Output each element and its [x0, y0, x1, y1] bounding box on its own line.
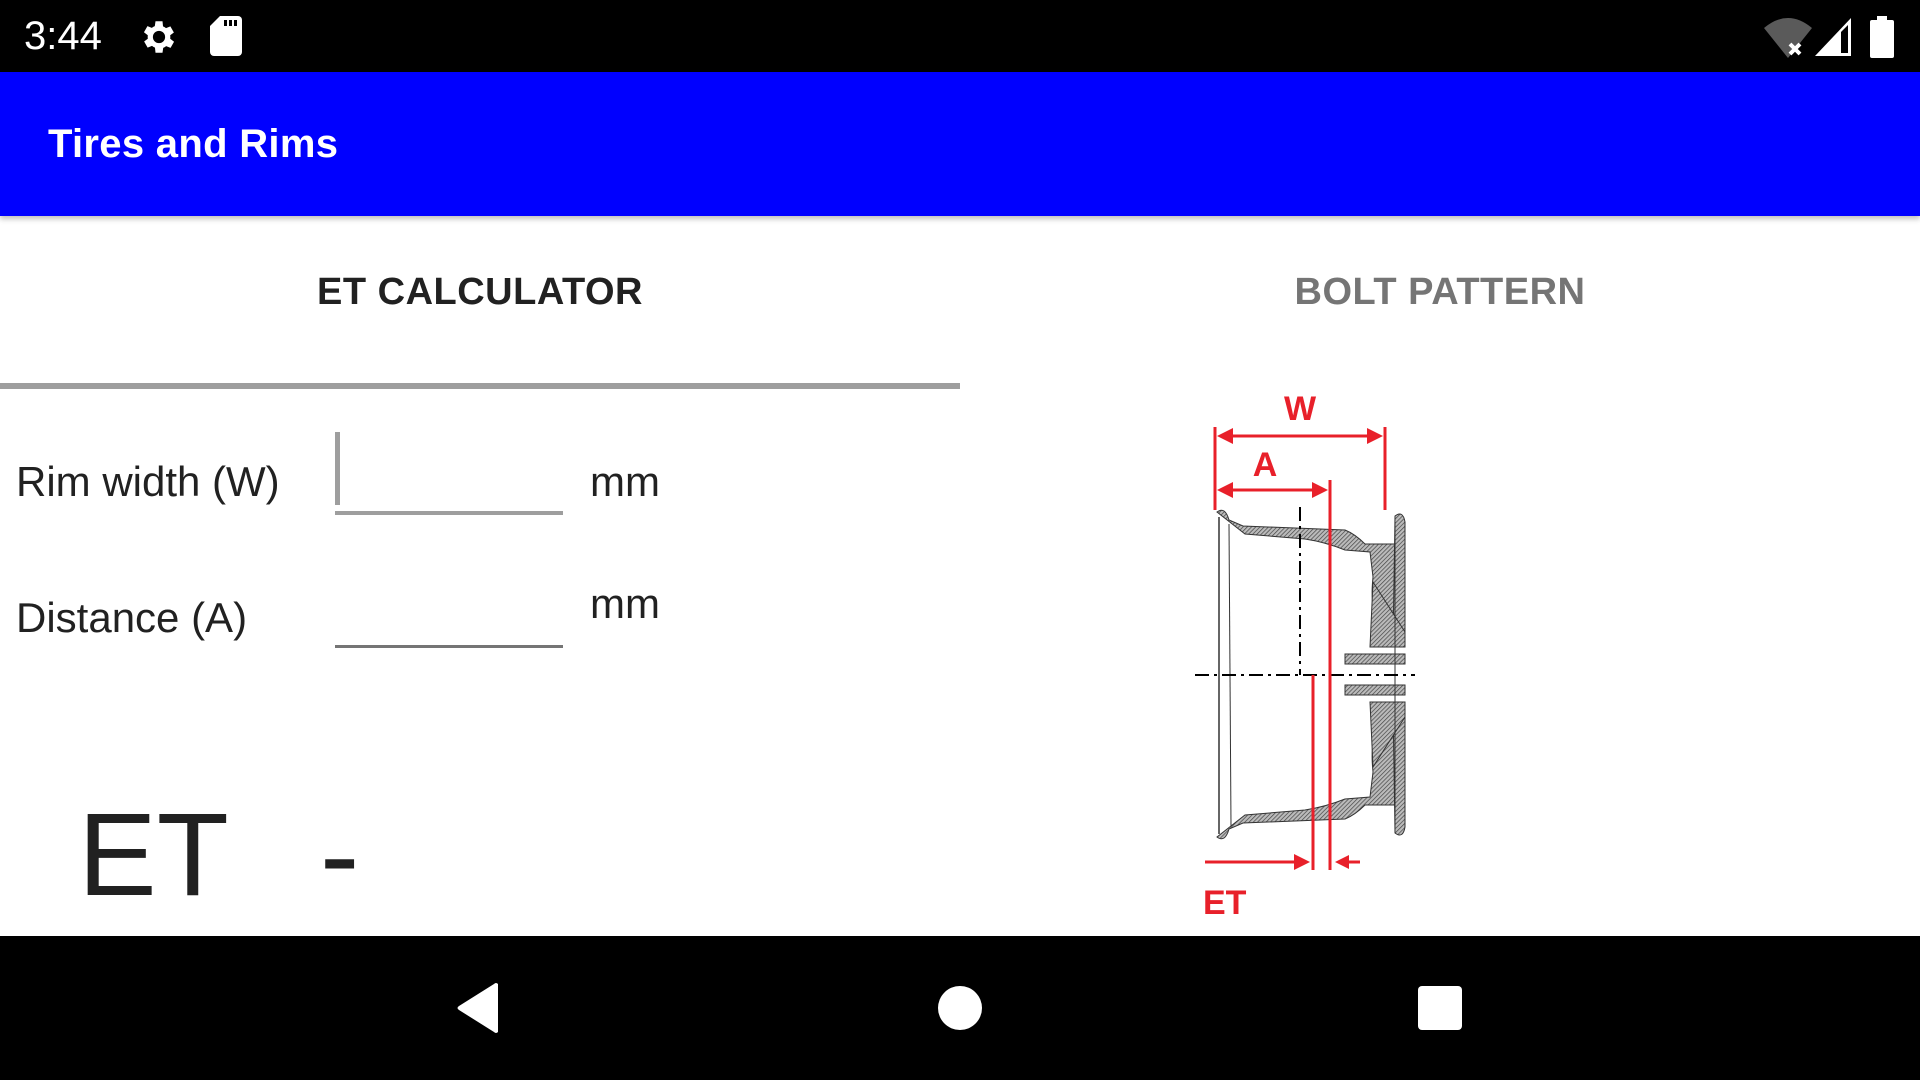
a-arrow-right: [1312, 482, 1328, 498]
battery-icon: [1870, 16, 1894, 58]
diagram-label-a: A: [1253, 446, 1278, 484]
distance-unit: mm: [590, 580, 660, 627]
text-cursor: [335, 432, 340, 505]
sd-card-icon: [210, 16, 242, 56]
rim-width-underline: [335, 511, 563, 515]
et-arrow-right: [1294, 854, 1310, 870]
rim-width-label: Rim width (W): [16, 458, 280, 505]
home-icon: [938, 986, 982, 1030]
w-arrow-right: [1367, 428, 1383, 444]
et-result-value: -: [320, 789, 360, 921]
settings-icon: [143, 21, 175, 53]
distance-input[interactable]: [342, 576, 562, 642]
status-bar: 3:44: [0, 0, 1920, 72]
tab-indicator: [0, 383, 960, 389]
rim-width-input[interactable]: [342, 440, 562, 506]
cell-signal-icon: [1815, 18, 1851, 56]
a-arrow-left: [1217, 482, 1233, 498]
recents-button[interactable]: [1404, 972, 1476, 1044]
tab-bolt-pattern[interactable]: BOLT PATTERN: [960, 216, 1920, 388]
distance-underline: [335, 645, 563, 648]
home-button[interactable]: [924, 972, 996, 1044]
rim-offset-diagram: W A ET: [1195, 392, 1415, 922]
diagram-label-w: W: [1284, 392, 1317, 428]
tab-label: BOLT PATTERN: [1294, 270, 1586, 313]
status-time: 3:44: [24, 14, 102, 58]
distance-label: Distance (A): [16, 594, 248, 641]
tab-et-calculator[interactable]: ET CALCULATOR: [0, 216, 960, 388]
et-arrow-left: [1335, 855, 1349, 869]
tab-label: ET CALCULATOR: [317, 270, 643, 313]
back-button[interactable]: [442, 972, 514, 1044]
rim-width-unit: mm: [590, 458, 660, 505]
w-arrow-left: [1217, 428, 1233, 444]
app-bar: Tires and Rims: [0, 72, 1920, 216]
wifi-off-icon: [1764, 18, 1812, 58]
diagram-label-et: ET: [1203, 884, 1247, 922]
app-title: Tires and Rims: [48, 122, 339, 166]
et-result-label: ET: [78, 789, 229, 921]
recents-icon: [1418, 986, 1462, 1030]
back-icon: [457, 983, 498, 1033]
